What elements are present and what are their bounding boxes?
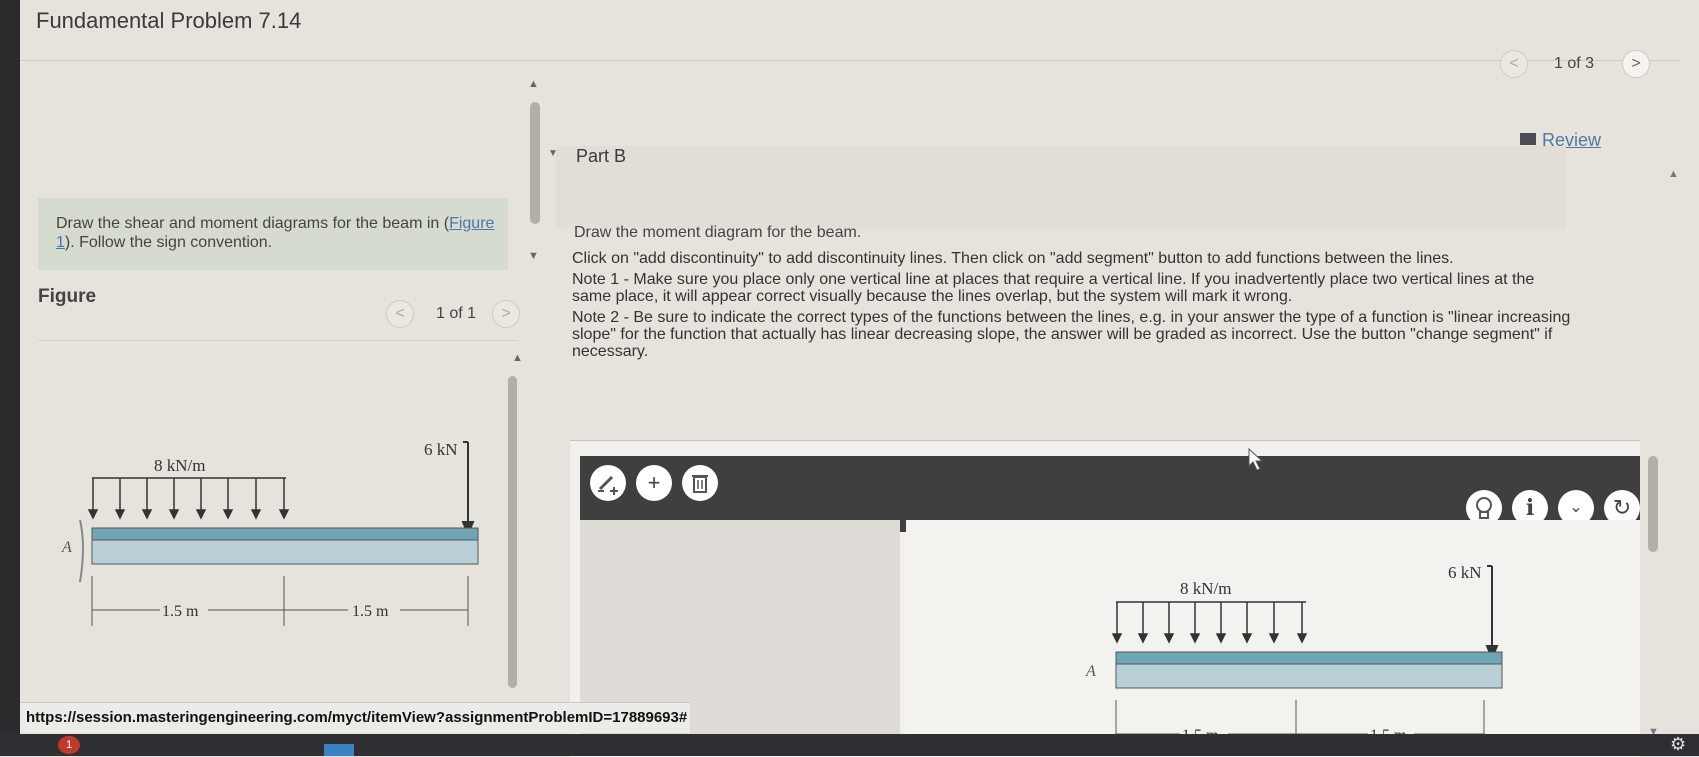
collapse-arrow-icon[interactable]: ▼ bbox=[548, 148, 558, 159]
status-url: https://session.masteringengineering.com… bbox=[26, 709, 688, 726]
windows-start-icon[interactable] bbox=[324, 744, 354, 756]
scroll-down-arrow-icon[interactable]: ▼ bbox=[528, 250, 539, 262]
canvas-point-load-arrow bbox=[1485, 565, 1499, 661]
header-divider bbox=[20, 60, 1680, 61]
chevron-down-icon: ⌄ bbox=[1569, 499, 1583, 516]
part-b-question: Draw the moment diagram for the beam. bbox=[574, 224, 862, 241]
figure-scrollbar-thumb[interactable] bbox=[508, 376, 517, 688]
plus-icon: + bbox=[647, 470, 661, 495]
pane-scrollbar-thumb[interactable] bbox=[530, 102, 540, 224]
screen-left-edge bbox=[0, 0, 20, 756]
part-b-instructions: Click on "add discontinuity" to add disc… bbox=[572, 250, 1572, 364]
instruction-paragraph: Note 2 - Be sure to indicate the correct… bbox=[572, 309, 1571, 360]
distributed-load-label: 8 kN/m bbox=[154, 456, 205, 475]
scroll-up-arrow-icon[interactable]: ▲ bbox=[528, 78, 539, 90]
span-1-label: 1.5 m bbox=[162, 603, 199, 620]
figure-scroll-up-arrow-icon[interactable]: ▲ bbox=[512, 352, 523, 364]
delete-button[interactable] bbox=[682, 465, 718, 501]
canvas-distributed-load-arrows bbox=[1111, 602, 1308, 644]
instruction-paragraph: Note 1 - Make sure you place only one ve… bbox=[572, 271, 1535, 305]
part-pagination: < 1 of 3 > bbox=[1500, 50, 1680, 82]
right-scroll-up-arrow-icon[interactable]: ▲ bbox=[1668, 168, 1679, 180]
span-2-label: 1.5 m bbox=[352, 603, 389, 620]
add-segment-button[interactable]: + bbox=[636, 465, 672, 501]
beam-figure: 8 kN/m 6 kN A 1.5 m 1.5 m bbox=[61, 440, 479, 626]
right-scrollbar-thumb[interactable] bbox=[1648, 456, 1658, 552]
next-part-button[interactable]: > bbox=[1622, 50, 1650, 78]
figure-heading: Figure bbox=[38, 286, 97, 307]
next-figure-button[interactable]: > bbox=[492, 300, 520, 328]
refresh-icon: ↻ bbox=[1612, 495, 1632, 520]
canvas-distributed-load-label: 8 kN/m bbox=[1180, 579, 1231, 598]
gear-icon[interactable]: ⚙ bbox=[1670, 734, 1686, 755]
figure-divider bbox=[38, 340, 518, 341]
point-load-arrow bbox=[461, 441, 475, 537]
trash-icon bbox=[692, 475, 708, 493]
part-b-label: Part B bbox=[576, 146, 627, 166]
add-discontinuity-button[interactable] bbox=[590, 465, 626, 501]
intro-text-start: Draw the shear and moment diagrams for t… bbox=[56, 215, 450, 232]
notification-badge[interactable]: 1 bbox=[58, 736, 80, 754]
instruction-paragraph: Click on "add discontinuity" to add disc… bbox=[572, 250, 1454, 267]
intro-text-end: ). Follow the sign convention. bbox=[64, 234, 273, 251]
review-book-icon bbox=[1520, 133, 1536, 145]
prev-figure-button[interactable]: < bbox=[386, 300, 414, 328]
canvas-beam-figure: 8 kN/m 6 kN A 1.5 m 1.5 m bbox=[1085, 563, 1503, 750]
point-load-label: 6 kN bbox=[424, 440, 458, 459]
problem-intro-text: Draw the shear and moment diagrams for t… bbox=[56, 214, 496, 252]
figure-count: 1 of 1 bbox=[436, 305, 477, 322]
support-a-label: A bbox=[61, 539, 72, 556]
prev-part-button[interactable]: < bbox=[1500, 50, 1528, 78]
canvas-support-a-label: A bbox=[1085, 663, 1096, 680]
part-b-header bbox=[556, 146, 1566, 228]
info-icon: i bbox=[1525, 495, 1535, 521]
mouse-cursor-icon bbox=[1248, 448, 1264, 471]
distributed-load-arrows bbox=[87, 478, 290, 520]
page-title: Fundamental Problem 7.14 bbox=[36, 8, 302, 33]
discontinuity-icon bbox=[598, 475, 618, 495]
canvas-point-load-label: 6 kN bbox=[1448, 563, 1482, 582]
figure-pagination: < 1 of 1 > bbox=[386, 300, 526, 328]
part-count: 1 of 3 bbox=[1554, 55, 1595, 72]
taskbar bbox=[0, 734, 1699, 756]
